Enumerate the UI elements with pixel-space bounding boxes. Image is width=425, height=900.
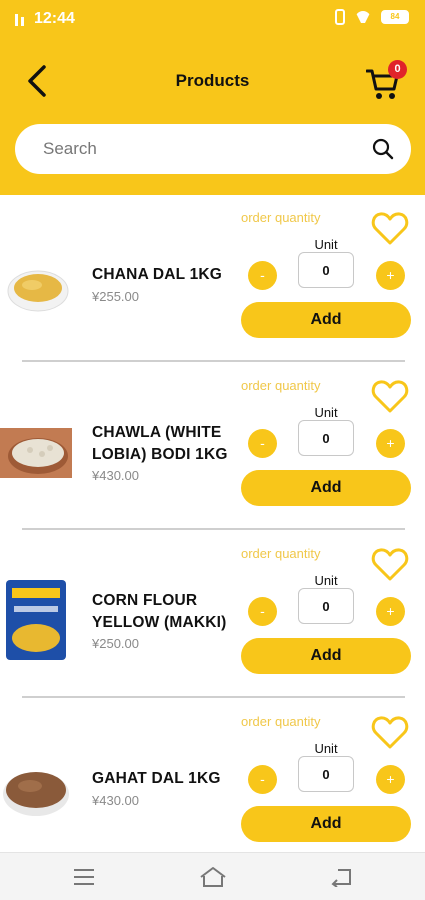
decrease-quantity-button[interactable]: - (248, 261, 277, 290)
divider (22, 696, 405, 698)
quantity-input[interactable] (298, 588, 354, 624)
add-to-cart-button[interactable]: Add (241, 806, 411, 842)
add-to-cart-button[interactable]: Add (241, 470, 411, 506)
nav-back-button[interactable] (322, 863, 362, 891)
increase-quantity-button[interactable]: + (376, 429, 405, 458)
order-quantity-label: order quantity (241, 546, 321, 561)
status-time: 12:44 (34, 10, 75, 27)
divider (22, 360, 405, 362)
signal-icon (14, 12, 26, 26)
product-item: CHAWLA (WHITE LOBIA) BODI 1KG ¥430.00 or… (0, 368, 425, 536)
product-image-corn-flour (6, 580, 66, 660)
order-quantity-label: order quantity (241, 210, 321, 225)
nav-menu-button[interactable] (64, 863, 104, 891)
add-to-cart-button[interactable]: Add (241, 638, 411, 674)
product-name: CHANA DAL 1KG (92, 266, 223, 283)
page-title: Products (175, 71, 250, 90)
heart-icon (371, 716, 409, 749)
product-image-chawla (0, 428, 72, 478)
quantity-input[interactable] (298, 252, 354, 288)
home-icon (200, 867, 226, 887)
product-name: CORN FLOUR YELLOW (MAKKI) (92, 592, 227, 631)
product-price: ¥430.00 (92, 793, 139, 808)
increase-quantity-button[interactable]: + (376, 261, 405, 290)
search-input[interactable] (43, 139, 371, 159)
product-name: GAHAT DAL 1KG (92, 770, 221, 787)
product-price: ¥255.00 (92, 289, 139, 304)
decrease-quantity-button[interactable]: - (248, 765, 277, 794)
product-name: CHAWLA (WHITE LOBIA) BODI 1KG (92, 424, 228, 463)
wifi-icon (355, 11, 371, 23)
favorite-button[interactable] (371, 378, 409, 414)
product-image-gahat-dal (3, 772, 69, 816)
favorite-button[interactable] (371, 210, 409, 246)
nav-home-button[interactable] (193, 863, 233, 891)
heart-icon (371, 212, 409, 245)
decrease-quantity-button[interactable]: - (248, 429, 277, 458)
quantity-input[interactable] (298, 756, 354, 792)
cart-button[interactable]: 0 (366, 60, 407, 100)
product-item: GAHAT DAL 1KG ¥430.00 order quantity Uni… (0, 704, 425, 872)
menu-icon (74, 869, 94, 885)
order-quantity-label: order quantity (241, 714, 321, 729)
search-icon[interactable] (371, 137, 395, 161)
product-price: ¥430.00 (92, 468, 139, 483)
divider (22, 528, 405, 530)
battery-icon: 84 (381, 10, 409, 24)
heart-icon (371, 548, 409, 581)
product-price: ¥250.00 (92, 636, 139, 651)
increase-quantity-button[interactable]: + (376, 597, 405, 626)
status-bar: 12:44 84 (0, 0, 425, 38)
heart-icon (371, 380, 409, 413)
system-navigation-bar (0, 852, 425, 900)
vibrate-icon (335, 9, 345, 25)
product-image-chana-dal (7, 270, 69, 312)
quantity-input[interactable] (298, 420, 354, 456)
cart-count-badge: 0 (388, 60, 407, 79)
favorite-button[interactable] (371, 546, 409, 582)
unit-label: Unit (314, 237, 338, 252)
unit-label: Unit (314, 405, 338, 420)
add-to-cart-button[interactable]: Add (241, 302, 411, 338)
back-icon (331, 869, 351, 887)
decrease-quantity-button[interactable]: - (248, 597, 277, 626)
product-item: CHANA DAL 1KG ¥255.00 order quantity Uni… (0, 200, 425, 368)
product-item: CORN FLOUR YELLOW (MAKKI) ¥250.00 order … (0, 536, 425, 704)
search-bar[interactable] (15, 124, 411, 174)
increase-quantity-button[interactable]: + (376, 765, 405, 794)
unit-label: Unit (314, 573, 338, 588)
unit-label: Unit (314, 741, 338, 756)
favorite-button[interactable] (371, 714, 409, 750)
order-quantity-label: order quantity (241, 378, 321, 393)
